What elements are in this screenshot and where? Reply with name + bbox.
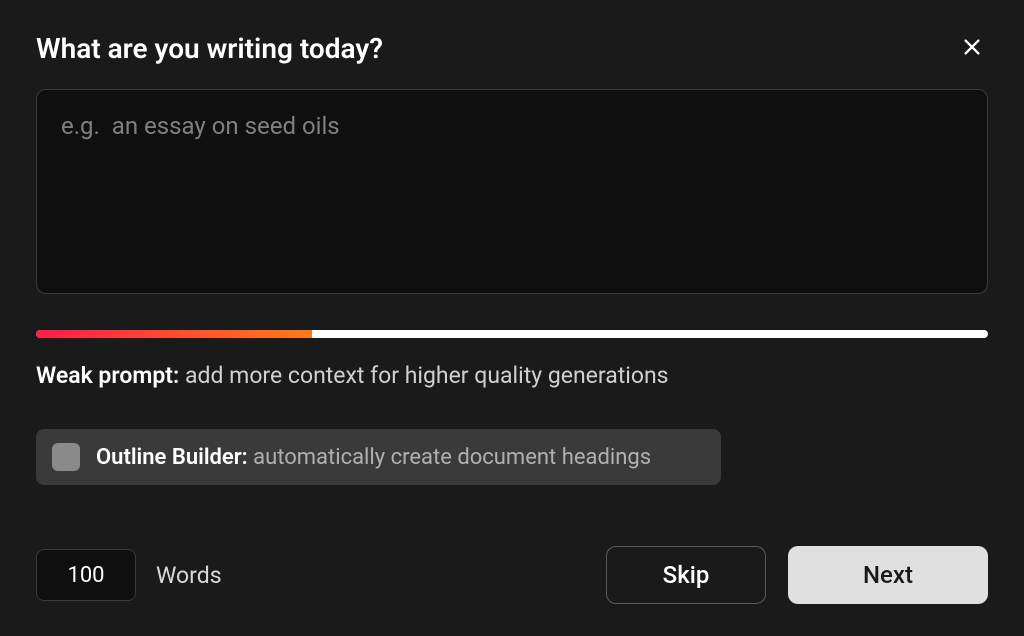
prompt-strength-text: Weak prompt: add more context for higher…	[36, 362, 988, 389]
outline-builder-row[interactable]: Outline Builder: automatically create do…	[36, 429, 721, 485]
outline-label: Outline Builder:	[96, 445, 248, 470]
writing-prompt-modal: What are you writing today? Weak prompt:…	[0, 0, 1024, 636]
next-button[interactable]: Next	[788, 546, 988, 604]
close-button[interactable]	[956, 33, 988, 65]
words-group: Words	[36, 549, 222, 601]
outline-description: automatically create document headings	[253, 445, 651, 470]
strength-label: Weak prompt:	[36, 362, 179, 389]
modal-header: What are you writing today?	[36, 32, 988, 65]
modal-footer: Words Skip Next	[36, 546, 988, 604]
prompt-strength-bar	[36, 330, 988, 338]
words-label: Words	[156, 562, 222, 589]
strength-hint: add more context for higher quality gene…	[185, 362, 669, 389]
close-icon	[961, 36, 983, 61]
action-buttons: Skip Next	[606, 546, 988, 604]
modal-title: What are you writing today?	[36, 32, 383, 65]
skip-button[interactable]: Skip	[606, 546, 766, 604]
prompt-strength-fill	[36, 330, 312, 338]
prompt-textarea[interactable]	[36, 89, 988, 294]
outline-text: Outline Builder: automatically create do…	[96, 445, 651, 470]
words-input[interactable]	[36, 549, 136, 601]
outline-checkbox[interactable]	[52, 443, 80, 471]
